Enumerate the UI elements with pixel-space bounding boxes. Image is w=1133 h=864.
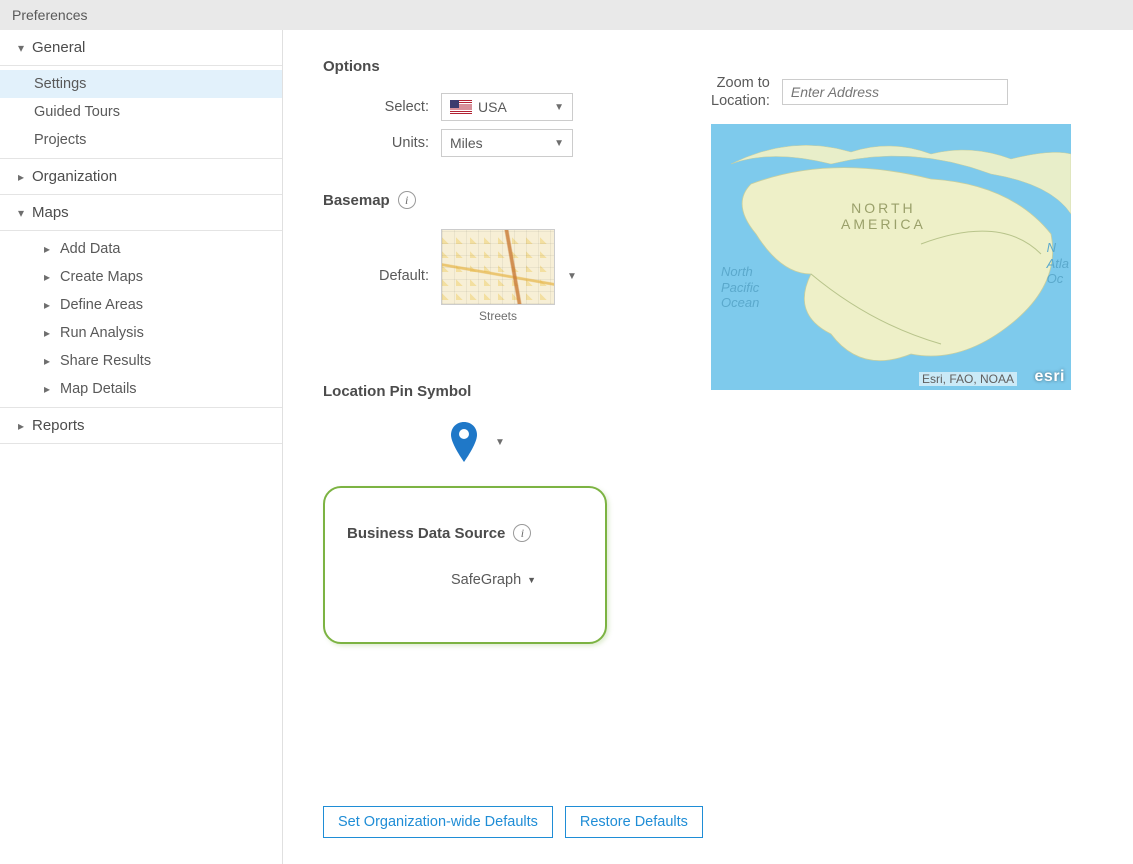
options-title: Options <box>323 58 1123 75</box>
business-data-source-box: Business Data Source i SafeGraph ▼ <box>323 486 607 644</box>
zoom-address-input[interactable] <box>782 79 1008 105</box>
chevron-right-icon <box>44 242 54 256</box>
select-label: Select: <box>323 99 441 115</box>
pin-dropdown[interactable]: ▼ <box>495 437 505 448</box>
bds-title: Business Data Source <box>347 525 505 542</box>
sidebar-group-reports[interactable]: Reports <box>0 407 282 444</box>
chevron-down-icon <box>18 206 28 220</box>
sidebar-item-share-results[interactable]: Share Results <box>0 347 282 375</box>
chevron-down-icon: ▼ <box>554 102 564 113</box>
flag-usa-icon <box>450 100 472 114</box>
sidebar-item-settings[interactable]: Settings <box>0 70 282 98</box>
location-pin-icon[interactable] <box>451 422 477 462</box>
basemap-default-label: Default: <box>323 268 441 284</box>
chevron-down-icon: ▼ <box>554 138 564 149</box>
chevron-right-icon <box>44 382 54 396</box>
sidebar-item-guided-tours[interactable]: Guided Tours <box>0 98 282 126</box>
chevron-right-icon <box>44 298 54 312</box>
country-select-value: USA <box>478 99 507 115</box>
basemap-title: Basemap <box>323 192 390 209</box>
sidebar-item-label: Add Data <box>60 241 120 257</box>
map-attribution: Esri, FAO, NOAA <box>919 372 1017 386</box>
location-preview-column: Zoom to Location: Location Preview NORTH… <box>711 74 1071 390</box>
chevron-down-icon <box>18 41 28 55</box>
sidebar-item-create-maps[interactable]: Create Maps <box>0 263 282 291</box>
sidebar-item-run-analysis[interactable]: Run Analysis <box>0 319 282 347</box>
sidebar-group-label: General <box>32 39 85 56</box>
units-select[interactable]: Miles ▼ <box>441 129 573 157</box>
chevron-down-icon: ▼ <box>567 271 577 282</box>
bds-select-value: SafeGraph <box>451 572 521 588</box>
chevron-right-icon <box>44 326 54 340</box>
sidebar-item-projects[interactable]: Projects <box>0 126 282 154</box>
country-select[interactable]: USA ▼ <box>441 93 573 121</box>
basemap-thumbnail[interactable] <box>441 229 555 305</box>
map-illustration <box>711 124 1071 390</box>
sidebar-group-general-items: Settings Guided Tours Projects <box>0 66 282 158</box>
sidebar-item-define-areas[interactable]: Define Areas <box>0 291 282 319</box>
units-label: Units: <box>323 135 441 151</box>
sidebar-item-map-details[interactable]: Map Details <box>0 375 282 403</box>
sidebar-item-label: Share Results <box>60 353 151 369</box>
chevron-down-icon: ▼ <box>495 437 505 448</box>
info-icon[interactable]: i <box>513 524 531 542</box>
map-label-continent: NORTHAMERICA <box>841 200 926 232</box>
restore-defaults-button[interactable]: Restore Defaults <box>565 806 703 838</box>
basemap-caption: Streets <box>441 309 555 323</box>
sidebar-group-general[interactable]: General <box>0 30 282 66</box>
basemap-dropdown[interactable]: ▼ <box>567 271 577 282</box>
sidebar-group-label: Organization <box>32 168 117 185</box>
map-label-pacific: NorthPacificOcean <box>721 264 759 311</box>
bds-select[interactable]: SafeGraph ▼ <box>451 572 583 588</box>
location-preview-map[interactable]: Location Preview NORTHAMERICA NorthPacif… <box>711 124 1071 390</box>
sidebar-group-label: Reports <box>32 417 85 434</box>
set-org-defaults-button[interactable]: Set Organization-wide Defaults <box>323 806 553 838</box>
sidebar-item-label: Map Details <box>60 381 137 397</box>
chevron-right-icon <box>44 270 54 284</box>
map-label-atlantic: NAtlaOc <box>1047 240 1069 287</box>
footer-buttons: Set Organization-wide Defaults Restore D… <box>323 806 703 838</box>
sidebar-group-maps[interactable]: Maps <box>0 195 282 231</box>
chevron-down-icon: ▼ <box>527 575 536 585</box>
info-icon[interactable]: i <box>398 191 416 209</box>
chevron-right-icon <box>18 170 28 184</box>
sidebar-item-label: Run Analysis <box>60 325 144 341</box>
sidebar-item-add-data[interactable]: Add Data <box>0 235 282 263</box>
sidebar: General Settings Guided Tours Projects O… <box>0 30 283 864</box>
chevron-right-icon <box>44 354 54 368</box>
window-title: Preferences <box>0 0 1133 30</box>
main-panel: Options Select: USA ▼ Units: Miles ▼ Bas… <box>283 30 1133 864</box>
sidebar-group-label: Maps <box>32 204 69 221</box>
zoom-label: Zoom to Location: <box>711 74 770 110</box>
sidebar-group-organization[interactable]: Organization <box>0 158 282 195</box>
esri-logo: esri <box>1035 368 1065 386</box>
sidebar-item-label: Create Maps <box>60 269 143 285</box>
chevron-right-icon <box>18 419 28 433</box>
units-select-value: Miles <box>450 135 483 151</box>
sidebar-item-label: Define Areas <box>60 297 143 313</box>
sidebar-group-maps-items: Add Data Create Maps Define Areas Run An… <box>0 231 282 407</box>
